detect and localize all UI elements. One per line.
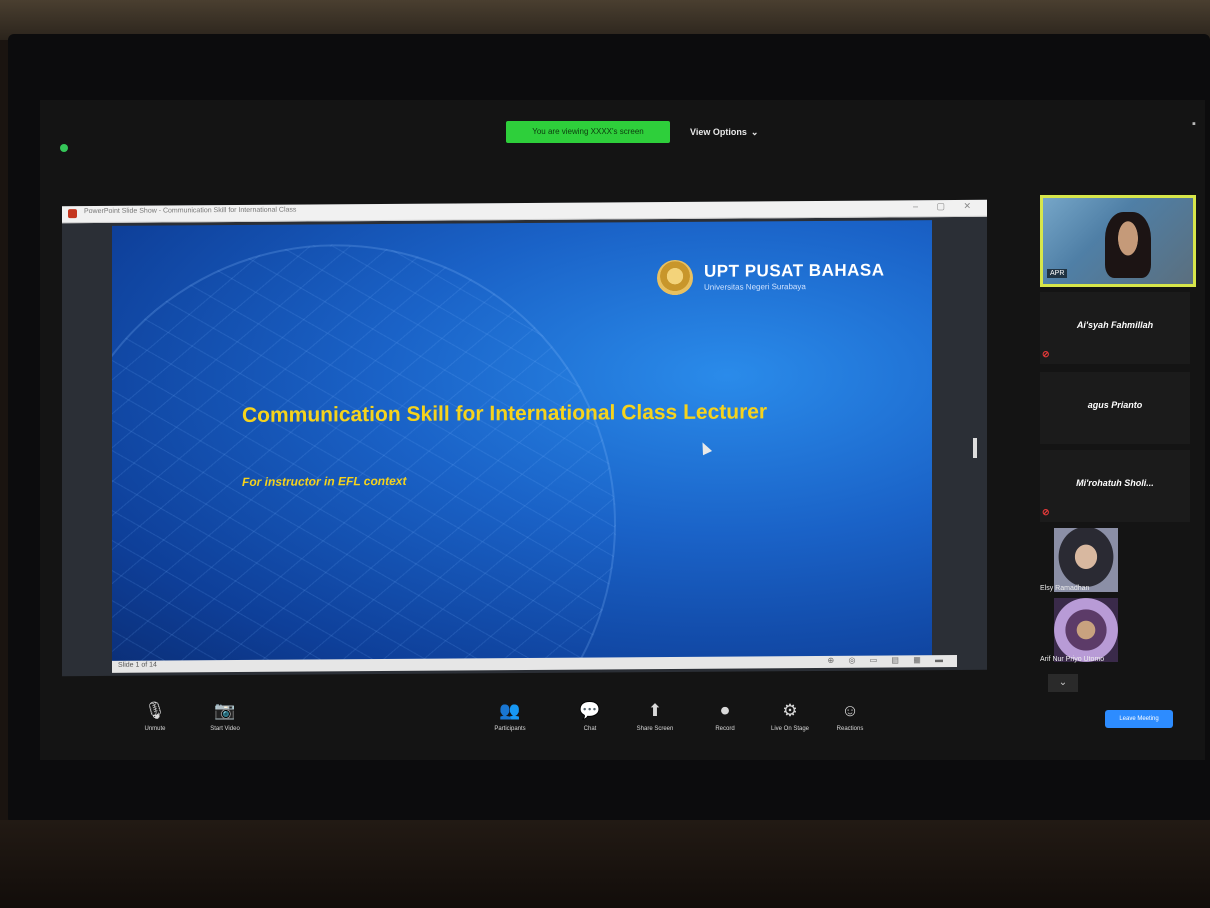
mouse-cursor-icon [697,440,713,456]
record-label: Record [715,726,735,732]
start-video-button[interactable]: 📷 Start Video [195,700,255,732]
chat-icon: 💬 [579,701,601,720]
participant-name: Mi'rohatuh Sholi... [1076,478,1154,488]
active-speaker-video[interactable]: APR [1040,195,1196,287]
chevron-down-icon: ⌄ [750,127,759,137]
reactions-label: Reactions [836,726,864,732]
participant-name: agus Prianto [1087,400,1143,410]
leave-meeting-button[interactable]: Leave Meeting [1105,710,1173,728]
share-screen-icon: ⬆ [647,701,663,720]
connection-status-icon [60,144,68,152]
org-subtitle: Universitas Negeri Surabaya [704,282,806,292]
window-title: PowerPoint Slide Show - Communication Sk… [84,206,297,216]
muted-mic-icon: ⊘ [1042,507,1050,517]
participants-label: Participants [494,726,526,732]
org-name: UPT PUSAT BAHASA [704,260,885,281]
participant-name: Ai'syah Fahmillah [1076,320,1154,330]
viewing-banner: You are viewing XXXX's screen [506,121,670,143]
chat-label: Chat [583,726,597,732]
view-options-button[interactable]: View Options ⌄ [690,121,758,143]
presentation-slide: UPT PUSAT BAHASA Universitas Negeri Sura… [112,220,932,666]
powerpoint-icon [68,209,77,219]
reactions-button[interactable]: ☺ Reactions [820,700,880,732]
desk-surface [0,820,1210,908]
view-options-label: View Options [690,127,747,137]
participant-name: Elsy Ramadhan [1040,585,1090,592]
chat-button[interactable]: 💬 Chat [560,700,620,732]
participant-tile[interactable]: agus Prianto [1040,372,1190,444]
scroll-down-button[interactable]: ⌄ [1048,674,1078,692]
university-logo [657,259,693,297]
speaker-name-tag: APR [1047,269,1068,278]
camera-icon: 📷 [214,701,236,720]
share-screen-label: Share Screen [636,726,674,732]
speaker-face [1105,212,1151,278]
shared-screen: PowerPoint Slide Show - Communication Sk… [62,199,987,677]
record-icon: ⏺ [720,701,730,720]
unmute-label: Unmute [144,726,166,732]
participant-video-thumb[interactable] [1054,528,1118,592]
record-button[interactable]: ⏺ Record [695,700,755,732]
slide-title: Communication Skill for International Cl… [242,400,768,427]
unmute-button[interactable]: 🎙 Unmute [125,700,185,732]
reaction-icon: ☺ [841,701,859,720]
fullscreen-icon[interactable]: ▪ [1192,118,1196,130]
microphone-icon: 🎙 [144,701,166,720]
window-controls[interactable]: – ▢ ✕ [913,201,979,212]
participant-tile[interactable]: Ai'syah Fahmillah ⊘ [1040,292,1190,364]
live-on-stage-button[interactable]: ⚙ Live On Stage [760,700,820,732]
participants-button[interactable]: 👥 Participants [480,700,540,732]
participant-name: Arif Nur Priyo Utomo [1040,656,1105,663]
window-scrollbar[interactable] [973,438,977,458]
live-on-stage-label: Live On Stage [770,726,810,732]
slide-counter: Slide 1 of 14 [118,661,157,669]
people-icon: 👥 [499,701,521,720]
participant-video-thumb[interactable] [1054,598,1118,662]
start-video-label: Start Video [210,726,240,732]
participant-tile[interactable]: Mi'rohatuh Sholi... ⊘ [1040,450,1190,522]
globe-graphic [112,242,616,666]
gear-icon: ⚙ [782,701,798,720]
slide-subtitle: For instructor in EFL context [242,473,407,489]
slideshow-tools[interactable]: ⊕ ◎ ▭ ▤ ▦ ▬ [828,655,949,665]
participants-panel: APR Ai'syah Fahmillah ⊘ agus Prianto Mi'… [1028,188,1196,698]
meeting-toolbar: 🎙 Unmute 📷 Start Video 👥 Participants 💬 … [125,700,1190,748]
muted-mic-icon: ⊘ [1042,349,1050,359]
share-screen-button[interactable]: ⬆ Share Screen [625,700,685,732]
